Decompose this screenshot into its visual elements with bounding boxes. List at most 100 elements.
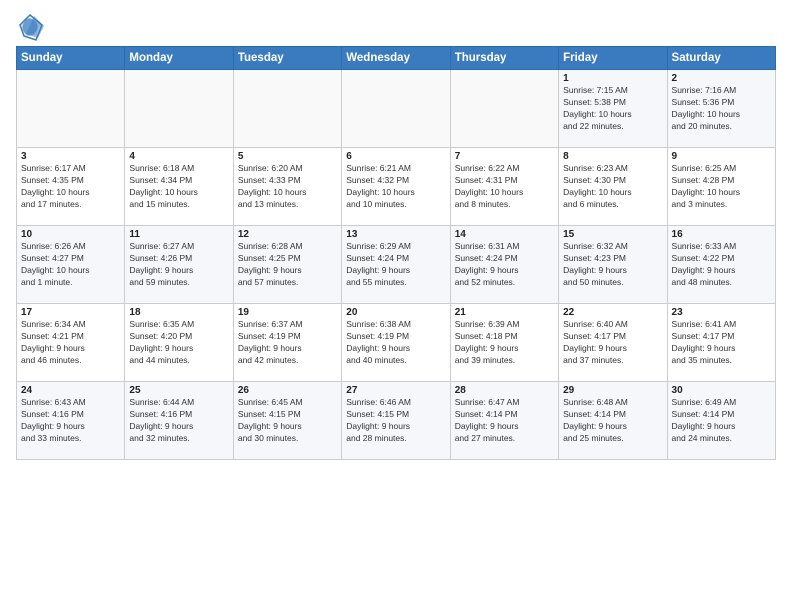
- calendar-cell: 11Sunrise: 6:27 AM Sunset: 4:26 PM Dayli…: [125, 226, 233, 304]
- calendar-cell: 9Sunrise: 6:25 AM Sunset: 4:28 PM Daylig…: [667, 148, 775, 226]
- day-detail: Sunrise: 6:33 AM Sunset: 4:22 PM Dayligh…: [672, 241, 771, 289]
- day-number: 2: [672, 73, 771, 84]
- day-number: 16: [672, 229, 771, 240]
- day-number: 17: [21, 307, 120, 318]
- calendar-cell: 23Sunrise: 6:41 AM Sunset: 4:17 PM Dayli…: [667, 304, 775, 382]
- day-detail: Sunrise: 6:46 AM Sunset: 4:15 PM Dayligh…: [346, 397, 445, 445]
- calendar-cell: 21Sunrise: 6:39 AM Sunset: 4:18 PM Dayli…: [450, 304, 558, 382]
- logo: [16, 14, 48, 42]
- day-number: 29: [563, 385, 662, 396]
- day-number: 22: [563, 307, 662, 318]
- calendar-table: SundayMondayTuesdayWednesdayThursdayFrid…: [16, 46, 776, 460]
- calendar-cell: 15Sunrise: 6:32 AM Sunset: 4:23 PM Dayli…: [559, 226, 667, 304]
- day-number: 9: [672, 151, 771, 162]
- calendar-cell: 18Sunrise: 6:35 AM Sunset: 4:20 PM Dayli…: [125, 304, 233, 382]
- calendar-cell: 17Sunrise: 6:34 AM Sunset: 4:21 PM Dayli…: [17, 304, 125, 382]
- day-detail: Sunrise: 6:26 AM Sunset: 4:27 PM Dayligh…: [21, 241, 120, 289]
- calendar-week-row: 17Sunrise: 6:34 AM Sunset: 4:21 PM Dayli…: [17, 304, 776, 382]
- calendar-cell: 29Sunrise: 6:48 AM Sunset: 4:14 PM Dayli…: [559, 382, 667, 460]
- day-number: 23: [672, 307, 771, 318]
- day-number: 14: [455, 229, 554, 240]
- calendar-cell: 26Sunrise: 6:45 AM Sunset: 4:15 PM Dayli…: [233, 382, 341, 460]
- day-number: 10: [21, 229, 120, 240]
- day-detail: Sunrise: 6:35 AM Sunset: 4:20 PM Dayligh…: [129, 319, 228, 367]
- calendar-cell: 16Sunrise: 6:33 AM Sunset: 4:22 PM Dayli…: [667, 226, 775, 304]
- calendar-header-friday: Friday: [559, 47, 667, 70]
- calendar-cell: [233, 70, 341, 148]
- calendar-cell: 1Sunrise: 7:15 AM Sunset: 5:38 PM Daylig…: [559, 70, 667, 148]
- calendar-header-monday: Monday: [125, 47, 233, 70]
- calendar-cell: 19Sunrise: 6:37 AM Sunset: 4:19 PM Dayli…: [233, 304, 341, 382]
- day-detail: Sunrise: 6:41 AM Sunset: 4:17 PM Dayligh…: [672, 319, 771, 367]
- day-detail: Sunrise: 6:38 AM Sunset: 4:19 PM Dayligh…: [346, 319, 445, 367]
- calendar-cell: 7Sunrise: 6:22 AM Sunset: 4:31 PM Daylig…: [450, 148, 558, 226]
- day-detail: Sunrise: 6:32 AM Sunset: 4:23 PM Dayligh…: [563, 241, 662, 289]
- day-number: 6: [346, 151, 445, 162]
- day-detail: Sunrise: 6:17 AM Sunset: 4:35 PM Dayligh…: [21, 163, 120, 211]
- calendar-header-thursday: Thursday: [450, 47, 558, 70]
- day-detail: Sunrise: 6:20 AM Sunset: 4:33 PM Dayligh…: [238, 163, 337, 211]
- day-number: 18: [129, 307, 228, 318]
- day-number: 11: [129, 229, 228, 240]
- day-number: 8: [563, 151, 662, 162]
- day-detail: Sunrise: 6:44 AM Sunset: 4:16 PM Dayligh…: [129, 397, 228, 445]
- calendar-cell: 27Sunrise: 6:46 AM Sunset: 4:15 PM Dayli…: [342, 382, 450, 460]
- calendar-cell: [17, 70, 125, 148]
- calendar-week-row: 1Sunrise: 7:15 AM Sunset: 5:38 PM Daylig…: [17, 70, 776, 148]
- calendar-header-wednesday: Wednesday: [342, 47, 450, 70]
- day-number: 19: [238, 307, 337, 318]
- calendar-cell: 13Sunrise: 6:29 AM Sunset: 4:24 PM Dayli…: [342, 226, 450, 304]
- calendar-week-row: 3Sunrise: 6:17 AM Sunset: 4:35 PM Daylig…: [17, 148, 776, 226]
- day-number: 4: [129, 151, 228, 162]
- day-detail: Sunrise: 6:45 AM Sunset: 4:15 PM Dayligh…: [238, 397, 337, 445]
- calendar-week-row: 24Sunrise: 6:43 AM Sunset: 4:16 PM Dayli…: [17, 382, 776, 460]
- calendar-cell: [125, 70, 233, 148]
- day-detail: Sunrise: 6:25 AM Sunset: 4:28 PM Dayligh…: [672, 163, 771, 211]
- day-detail: Sunrise: 6:43 AM Sunset: 4:16 PM Dayligh…: [21, 397, 120, 445]
- calendar-cell: 10Sunrise: 6:26 AM Sunset: 4:27 PM Dayli…: [17, 226, 125, 304]
- day-detail: Sunrise: 6:21 AM Sunset: 4:32 PM Dayligh…: [346, 163, 445, 211]
- calendar-cell: 4Sunrise: 6:18 AM Sunset: 4:34 PM Daylig…: [125, 148, 233, 226]
- day-detail: Sunrise: 6:27 AM Sunset: 4:26 PM Dayligh…: [129, 241, 228, 289]
- day-number: 27: [346, 385, 445, 396]
- day-detail: Sunrise: 6:48 AM Sunset: 4:14 PM Dayligh…: [563, 397, 662, 445]
- calendar-cell: 12Sunrise: 6:28 AM Sunset: 4:25 PM Dayli…: [233, 226, 341, 304]
- day-number: 5: [238, 151, 337, 162]
- calendar-cell: 3Sunrise: 6:17 AM Sunset: 4:35 PM Daylig…: [17, 148, 125, 226]
- calendar-cell: [450, 70, 558, 148]
- calendar-cell: 5Sunrise: 6:20 AM Sunset: 4:33 PM Daylig…: [233, 148, 341, 226]
- day-number: 21: [455, 307, 554, 318]
- day-detail: Sunrise: 7:16 AM Sunset: 5:36 PM Dayligh…: [672, 85, 771, 133]
- day-number: 26: [238, 385, 337, 396]
- day-detail: Sunrise: 6:49 AM Sunset: 4:14 PM Dayligh…: [672, 397, 771, 445]
- day-detail: Sunrise: 6:23 AM Sunset: 4:30 PM Dayligh…: [563, 163, 662, 211]
- day-number: 30: [672, 385, 771, 396]
- calendar-week-row: 10Sunrise: 6:26 AM Sunset: 4:27 PM Dayli…: [17, 226, 776, 304]
- calendar-cell: 6Sunrise: 6:21 AM Sunset: 4:32 PM Daylig…: [342, 148, 450, 226]
- day-detail: Sunrise: 6:47 AM Sunset: 4:14 PM Dayligh…: [455, 397, 554, 445]
- day-detail: Sunrise: 6:28 AM Sunset: 4:25 PM Dayligh…: [238, 241, 337, 289]
- calendar-header-tuesday: Tuesday: [233, 47, 341, 70]
- logo-icon: [16, 14, 44, 42]
- day-number: 24: [21, 385, 120, 396]
- calendar-header-row: SundayMondayTuesdayWednesdayThursdayFrid…: [17, 47, 776, 70]
- day-number: 15: [563, 229, 662, 240]
- day-detail: Sunrise: 6:31 AM Sunset: 4:24 PM Dayligh…: [455, 241, 554, 289]
- calendar-cell: 24Sunrise: 6:43 AM Sunset: 4:16 PM Dayli…: [17, 382, 125, 460]
- day-detail: Sunrise: 6:22 AM Sunset: 4:31 PM Dayligh…: [455, 163, 554, 211]
- day-detail: Sunrise: 6:34 AM Sunset: 4:21 PM Dayligh…: [21, 319, 120, 367]
- calendar-cell: 2Sunrise: 7:16 AM Sunset: 5:36 PM Daylig…: [667, 70, 775, 148]
- day-number: 7: [455, 151, 554, 162]
- day-detail: Sunrise: 6:29 AM Sunset: 4:24 PM Dayligh…: [346, 241, 445, 289]
- day-detail: Sunrise: 6:40 AM Sunset: 4:17 PM Dayligh…: [563, 319, 662, 367]
- day-number: 3: [21, 151, 120, 162]
- day-detail: Sunrise: 6:18 AM Sunset: 4:34 PM Dayligh…: [129, 163, 228, 211]
- calendar-cell: [342, 70, 450, 148]
- day-number: 20: [346, 307, 445, 318]
- calendar-cell: 30Sunrise: 6:49 AM Sunset: 4:14 PM Dayli…: [667, 382, 775, 460]
- day-detail: Sunrise: 6:39 AM Sunset: 4:18 PM Dayligh…: [455, 319, 554, 367]
- calendar-cell: 22Sunrise: 6:40 AM Sunset: 4:17 PM Dayli…: [559, 304, 667, 382]
- calendar-cell: 8Sunrise: 6:23 AM Sunset: 4:30 PM Daylig…: [559, 148, 667, 226]
- day-detail: Sunrise: 6:37 AM Sunset: 4:19 PM Dayligh…: [238, 319, 337, 367]
- day-number: 12: [238, 229, 337, 240]
